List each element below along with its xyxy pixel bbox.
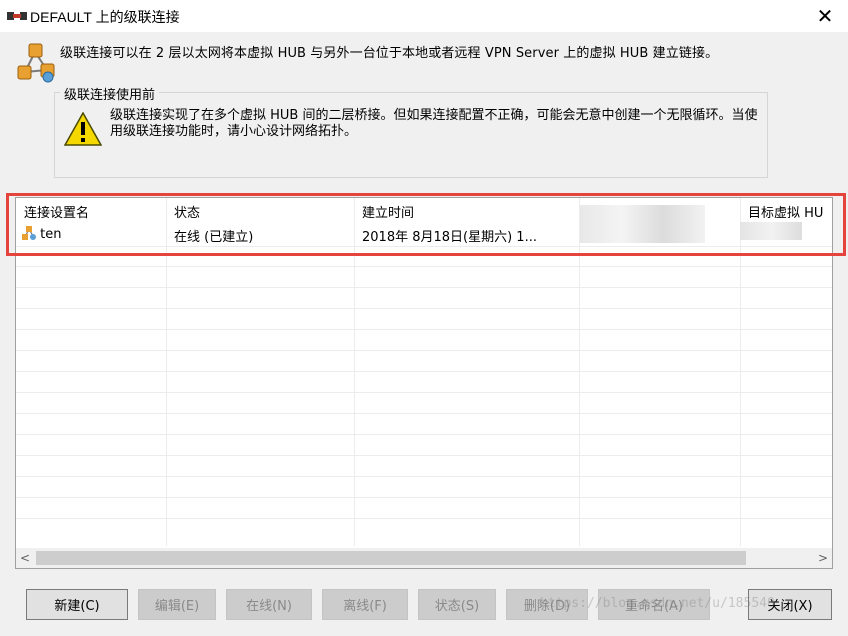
row-divider — [16, 371, 832, 372]
close-button[interactable]: 关闭(X) — [748, 589, 832, 620]
row-divider — [16, 308, 832, 309]
close-icon: ✕ — [816, 4, 834, 28]
row-divider — [16, 413, 832, 414]
row-divider — [16, 476, 832, 477]
warning-icon — [64, 112, 102, 146]
title-bar: DEFAULT 上的级联连接 ✕ — [0, 0, 848, 32]
status-button[interactable]: 状态(S) — [418, 589, 496, 620]
scroll-left-icon[interactable]: < — [16, 548, 34, 568]
row-divider — [16, 350, 832, 351]
horizontal-scrollbar[interactable]: < > — [16, 548, 832, 568]
highlight-annotation-box — [6, 193, 846, 256]
close-window-button[interactable]: ✕ — [802, 0, 848, 32]
row-divider — [16, 497, 832, 498]
window-title: DEFAULT 上的级联连接 — [30, 9, 180, 25]
row-divider — [16, 266, 832, 267]
row-divider — [16, 434, 832, 435]
row-divider — [16, 329, 832, 330]
header-description: 级联连接可以在 2 层以太网将本虚拟 HUB 与另外一台位于本地或者远程 VPN… — [60, 46, 719, 61]
cascade-network-icon — [17, 43, 55, 83]
edit-button[interactable]: 编辑(E) — [138, 589, 216, 620]
warning-text: 级联连接实现了在多个虚拟 HUB 间的二层桥接。但如果连接配置不正确，可能会无意… — [110, 108, 758, 139]
rename-button[interactable]: 重命名(A) — [598, 589, 710, 620]
row-divider — [16, 518, 832, 519]
delete-button[interactable]: 删除(D) — [506, 589, 588, 620]
new-button[interactable]: 新建(C) — [26, 589, 128, 620]
online-button[interactable]: 在线(N) — [226, 589, 312, 620]
row-divider — [16, 455, 832, 456]
scroll-thumb[interactable] — [36, 551, 746, 565]
warning-groupbox-title: 级联连接使用前 — [60, 84, 160, 103]
scroll-right-icon[interactable]: > — [814, 548, 832, 568]
row-divider — [16, 287, 832, 288]
offline-button[interactable]: 离线(F) — [322, 589, 408, 620]
cascade-app-icon — [7, 12, 27, 20]
row-divider — [16, 392, 832, 393]
